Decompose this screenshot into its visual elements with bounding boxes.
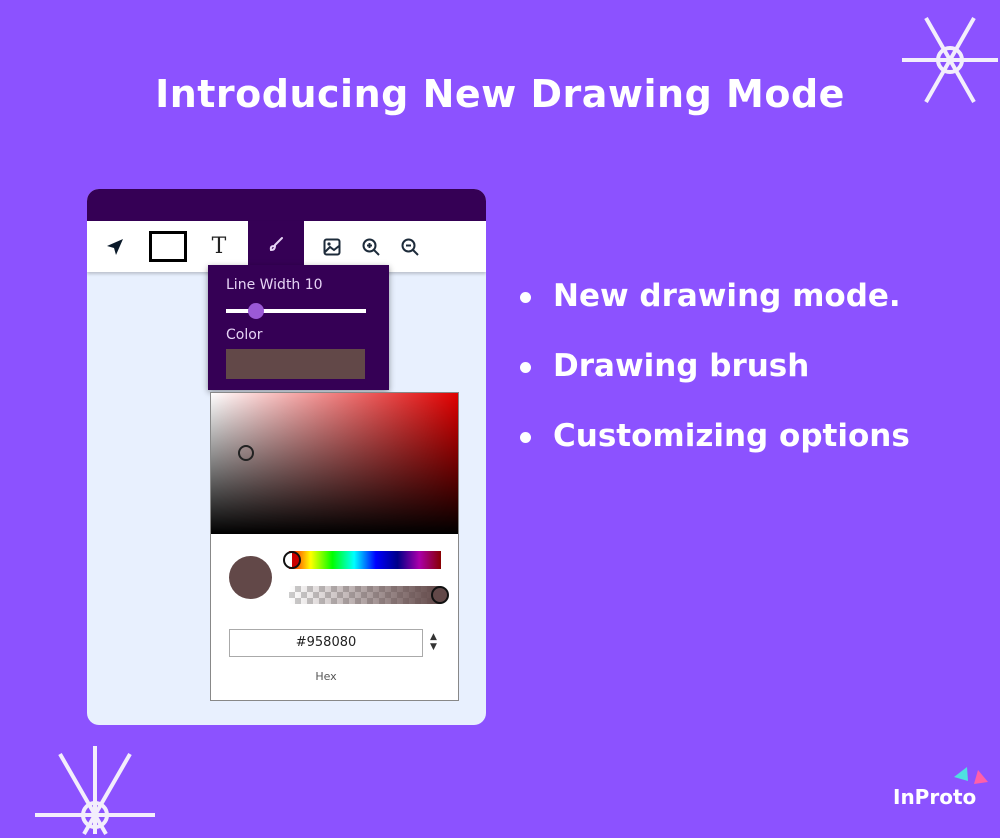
color-swatch-button[interactable]: [226, 349, 365, 379]
snowflake-decoration-bottom-left: [35, 746, 155, 835]
hex-input[interactable]: #958080: [229, 629, 423, 657]
image-icon: [323, 238, 341, 255]
hue-slider[interactable]: [283, 551, 441, 569]
bullet-icon: [520, 432, 531, 443]
feature-text: Customizing options: [553, 418, 910, 454]
feature-list: New drawing mode. Drawing brush Customiz…: [516, 278, 910, 488]
color-picker: #958080 ▲ ▼ Hex: [210, 392, 459, 701]
hue-knob[interactable]: [283, 551, 301, 569]
app-header-bar: [87, 189, 486, 221]
line-width-label: Line Width 10: [226, 277, 323, 293]
feature-text: Drawing brush: [553, 348, 810, 384]
line-width-slider[interactable]: [226, 303, 371, 319]
feature-item: Drawing brush: [516, 348, 910, 418]
inproto-logo: InProto: [893, 785, 977, 809]
navigation-arrow-icon: [107, 238, 123, 255]
slider-thumb[interactable]: [248, 303, 264, 319]
format-label: Hex: [315, 670, 337, 683]
brush-icon: [269, 236, 283, 251]
rectangle-icon: [149, 231, 187, 262]
feature-item: Customizing options: [516, 418, 910, 488]
brush-tool-button[interactable]: [248, 221, 304, 266]
saturation-value-area[interactable]: [211, 393, 458, 534]
text-icon: T: [211, 234, 227, 259]
zoom-out-icon: [401, 238, 419, 256]
alpha-slider[interactable]: [289, 586, 449, 604]
format-toggle-icon[interactable]: ▲ ▼: [430, 632, 437, 652]
color-label: Color: [226, 327, 263, 343]
slider-track: [226, 309, 366, 313]
drawing-app-window: T Line Width 10 Color #958080 ▲ ▼ Hex: [87, 189, 486, 725]
brush-settings-popover: Line Width 10 Color: [208, 265, 389, 390]
bullet-icon: [520, 362, 531, 373]
bullet-icon: [520, 292, 531, 303]
rectangle-tool-button[interactable]: [148, 221, 188, 272]
zoom-out-button[interactable]: [390, 221, 430, 272]
feature-text: New drawing mode.: [553, 278, 901, 314]
feature-item: New drawing mode.: [516, 278, 910, 348]
page-title: Introducing New Drawing Mode: [155, 72, 845, 116]
alpha-knob[interactable]: [431, 586, 449, 604]
zoom-in-icon: [362, 238, 380, 256]
color-cursor[interactable]: [238, 445, 254, 461]
color-preview: [229, 556, 272, 599]
select-tool-button[interactable]: [95, 221, 135, 272]
